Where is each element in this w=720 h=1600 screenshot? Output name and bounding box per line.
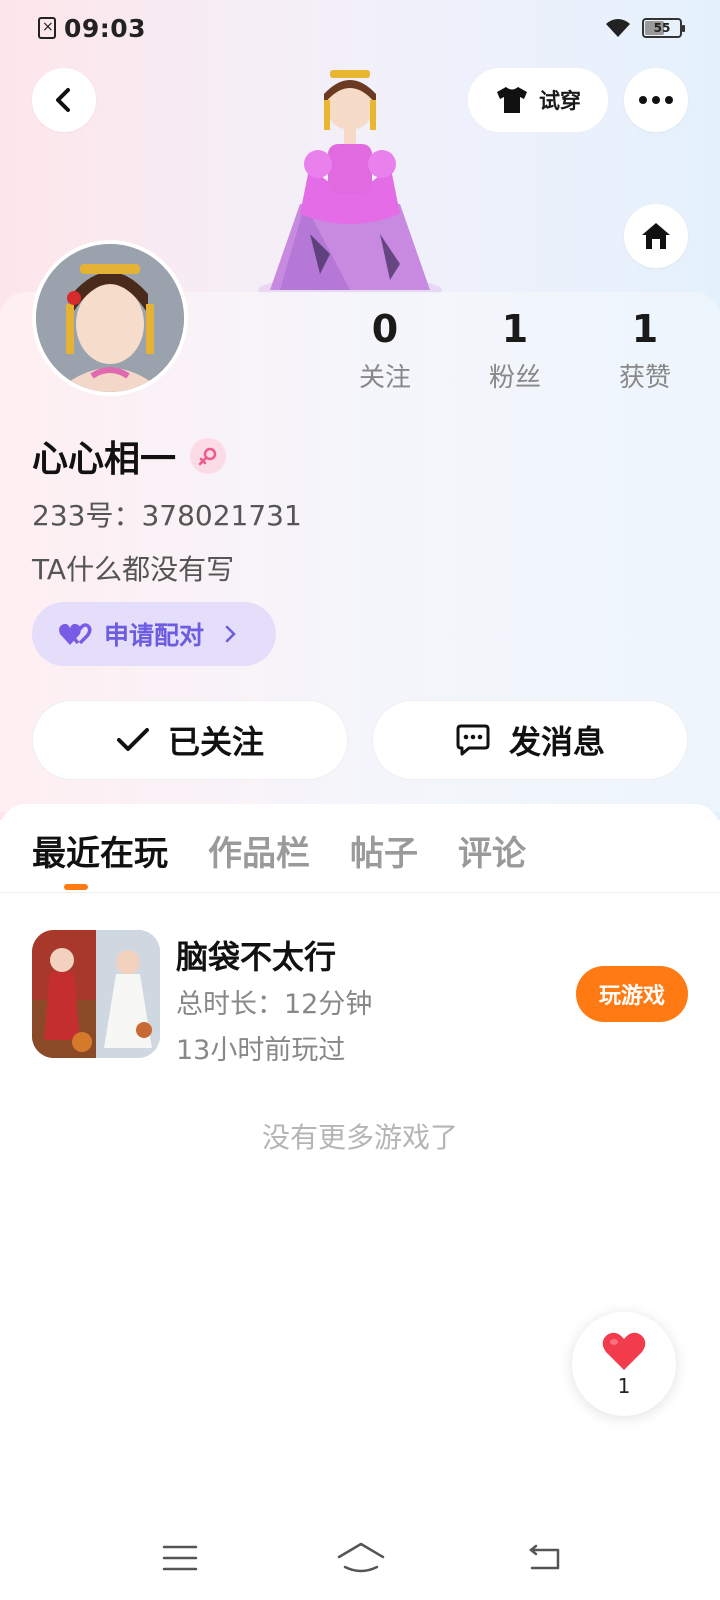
try-on-button[interactable]: 试穿 [468, 68, 608, 132]
more-dots-icon [639, 96, 673, 104]
home-outline-icon [337, 1542, 385, 1573]
user-id-label: 233号： [32, 499, 142, 532]
tabs-divider [0, 892, 720, 893]
game-thumbnail [32, 930, 160, 1058]
content-section: 最近在玩 作品栏 帖子 评论 脑袋不太行 总时长：12分钟 13小时前玩过 玩游… [0, 804, 720, 1600]
avatar-image [36, 244, 184, 392]
status-time: 09:03 [64, 13, 147, 43]
homepage-button[interactable] [624, 204, 688, 268]
nav-menu-button[interactable] [158, 1538, 202, 1578]
game-total-duration: 总时长：12分钟 [176, 989, 373, 1020]
stat-following-value: 0 [371, 307, 399, 351]
no-more-games-text: 没有更多游戏了 [261, 1121, 458, 1154]
tab-posts[interactable]: 帖子 [350, 826, 418, 875]
female-icon [190, 438, 227, 474]
user-id-value: 378021731 [141, 499, 302, 532]
more-button[interactable] [624, 68, 688, 132]
profile-page: 09:03 55 试穿 [0, 0, 720, 1600]
list-item[interactable]: 脑袋不太行 总时长：12分钟 13小时前玩过 玩游戏 [32, 930, 688, 1066]
like-count: 1 [617, 1374, 631, 1398]
wifi-icon [606, 19, 630, 37]
like-button[interactable]: 1 [572, 1312, 676, 1416]
try-on-label: 试穿 [539, 89, 581, 113]
stat-followers[interactable]: 1 粉丝 [460, 305, 570, 394]
no-sim-icon [38, 17, 56, 39]
stat-likes-value: 1 [631, 307, 659, 351]
stat-following[interactable]: 0 关注 [330, 305, 440, 394]
request-pair-label: 申请配对 [104, 621, 205, 650]
request-pair-button[interactable]: 申请配对 [32, 602, 276, 666]
nav-home-button[interactable] [336, 1538, 386, 1578]
stat-followers-label: 粉丝 [488, 363, 541, 393]
back-arrow-icon [528, 1544, 560, 1570]
chevron-left-icon [56, 88, 70, 112]
chevron-right-icon [225, 625, 236, 643]
tshirt-icon [497, 87, 527, 113]
chat-bubble-icon [456, 724, 490, 756]
send-message-label: 发消息 [508, 723, 605, 761]
battery-level: 55 [653, 21, 671, 35]
username: 心心相一 [32, 439, 177, 480]
stat-likes-label: 获赞 [618, 363, 671, 393]
status-left: 09:03 [38, 14, 146, 43]
status-right: 55 [604, 17, 685, 39]
profile-stats: 0 关注 1 粉丝 1 获赞 [330, 305, 700, 394]
system-nav-bar [0, 1520, 720, 1600]
heart-icon [602, 1332, 646, 1370]
house-icon [642, 223, 670, 249]
game-last-played: 13小时前玩过 [176, 1035, 346, 1066]
following-button[interactable]: 已关注 [32, 700, 348, 780]
game-title: 脑袋不太行 [176, 938, 337, 976]
user-bio: TA什么都没有写 [32, 553, 235, 586]
active-tab-indicator [64, 884, 88, 890]
profile-tabs: 最近在玩 作品栏 帖子 评论 [32, 826, 526, 875]
user-id: 233号：378021731 [32, 494, 302, 534]
stat-followers-value: 1 [501, 307, 529, 351]
hearts-icon [59, 623, 92, 645]
status-bar: 09:03 55 [0, 0, 720, 56]
stat-following-label: 关注 [358, 363, 411, 393]
checkmark-icon [116, 728, 149, 751]
tab-comments[interactable]: 评论 [458, 826, 526, 875]
send-message-button[interactable]: 发消息 [372, 700, 688, 780]
name-row: 心心相一 [32, 430, 227, 482]
character-figure [258, 70, 442, 294]
nav-back-button[interactable] [522, 1538, 566, 1578]
following-label: 已关注 [167, 723, 264, 761]
back-button[interactable] [32, 68, 96, 132]
tab-works[interactable]: 作品栏 [208, 826, 310, 875]
battery-icon: 55 [642, 18, 685, 38]
avatar[interactable] [32, 240, 188, 396]
menu-icon [162, 1545, 198, 1571]
tab-recently-played[interactable]: 最近在玩 [32, 826, 168, 875]
play-game-label: 玩游戏 [598, 984, 665, 1009]
stat-likes[interactable]: 1 获赞 [590, 305, 700, 394]
play-game-button[interactable]: 玩游戏 [576, 966, 688, 1022]
